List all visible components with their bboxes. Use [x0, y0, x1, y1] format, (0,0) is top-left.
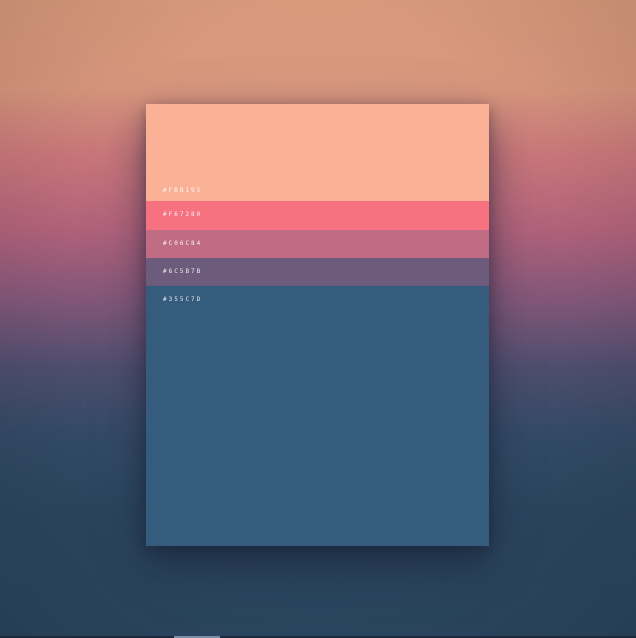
gradient-background: #FBB195 #F67280 #C06C84 #6C5B7B #355C7D: [0, 0, 636, 638]
swatch-4-hex-label: #6C5B7B: [163, 268, 203, 275]
swatch-5-hex-label: #355C7D: [163, 296, 203, 303]
color-palette-card: #FBB195 #F67280 #C06C84 #6C5B7B #355C7D: [146, 104, 489, 546]
swatch-1: #FBB195: [146, 104, 489, 201]
swatch-2: #F67280: [146, 201, 489, 230]
swatch-3: #C06C84: [146, 230, 489, 258]
swatch-2-hex-label: #F67280: [163, 211, 203, 218]
swatch-4: #6C5B7B: [146, 258, 489, 286]
swatch-3-hex-label: #C06C84: [163, 240, 203, 247]
swatch-5: #355C7D: [146, 286, 489, 546]
swatch-1-hex-label: #FBB195: [163, 187, 203, 194]
